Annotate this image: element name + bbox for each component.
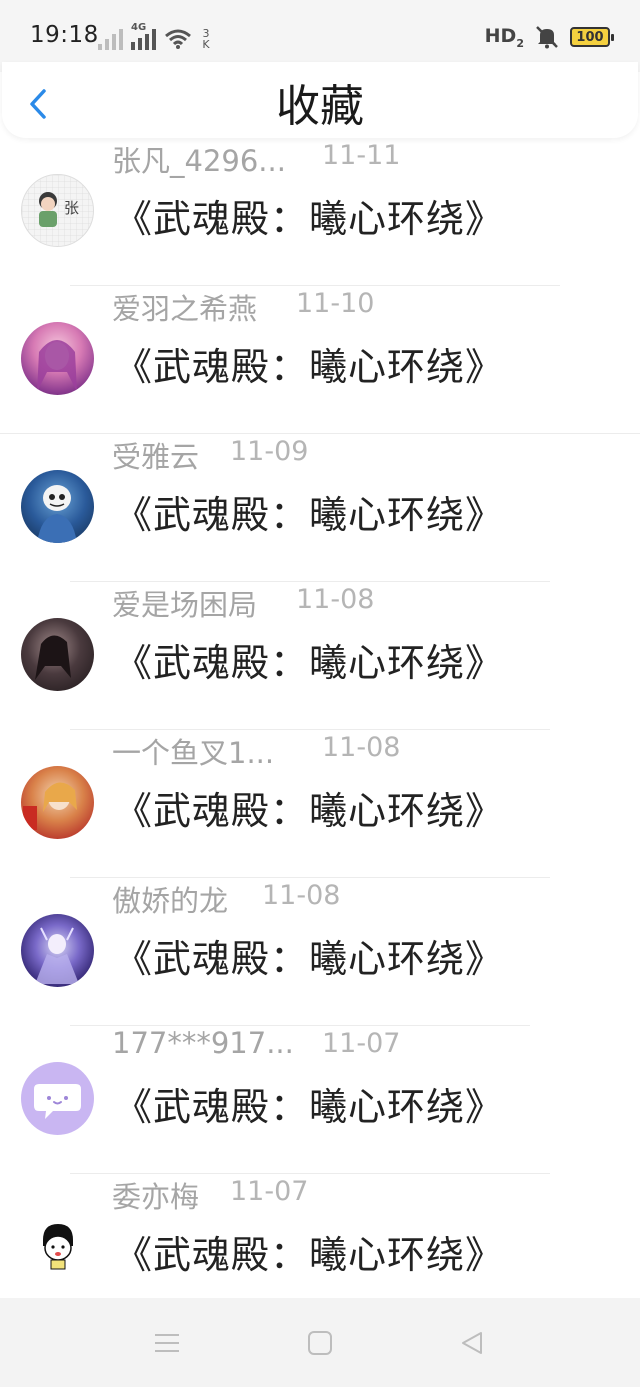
user-name: 张凡_4296... <box>112 144 286 178</box>
date: 11-10 <box>296 288 375 319</box>
date: 11-07 <box>322 1028 401 1059</box>
network-type-label: 4G <box>131 22 147 33</box>
story-title: 《武魂殿：曦心环绕》 <box>114 493 505 537</box>
status-time: 19:18 <box>30 22 99 48</box>
svg-text:张: 张 <box>64 199 79 217</box>
favorite-item[interactable]: 受雅云 11-09 《武魂殿：曦心环绕》 <box>0 434 640 582</box>
top-app-bar: 收藏 <box>2 62 638 138</box>
favorite-item[interactable]: 委亦梅 11-07 《武魂殿：曦心环绕》 <box>0 1174 640 1298</box>
mute-icon <box>536 26 558 49</box>
signal-1-icon <box>98 28 123 50</box>
home-button[interactable] <box>300 1328 340 1358</box>
date: 11-09 <box>230 436 309 467</box>
date: 11-08 <box>262 880 341 911</box>
favorites-list: 张 张凡_4296... 11-11 《武魂殿：曦心环绕》 爱羽之希燕 11-1… <box>0 138 640 1298</box>
user-name: 177***917... <box>112 1026 294 1060</box>
signal-2-icon: 4G <box>131 22 156 50</box>
back-nav-button[interactable] <box>452 1328 492 1358</box>
system-nav-bar <box>0 1298 640 1387</box>
story-title: 《武魂殿：曦心环绕》 <box>114 1085 505 1129</box>
status-icons-left: 4G 3 K <box>98 22 212 50</box>
story-title: 《武魂殿：曦心环绕》 <box>114 1233 505 1277</box>
favorite-item[interactable]: 177***917... 11-07 《武魂殿：曦心环绕》 <box>0 1026 640 1174</box>
date: 11-07 <box>230 1176 309 1207</box>
avatar[interactable]: 张 <box>21 174 94 247</box>
status-icons-right: HD2 100 <box>484 24 614 50</box>
hd-indicator: HD2 <box>484 24 524 50</box>
avatar[interactable] <box>21 322 94 395</box>
wifi-icon <box>165 29 191 49</box>
user-name: 爱羽之希燕 <box>112 292 258 326</box>
avatar[interactable] <box>21 618 94 691</box>
favorite-item[interactable]: 傲娇的龙 11-08 《武魂殿：曦心环绕》 <box>0 878 640 1026</box>
favorite-item[interactable]: 爱是场困局 11-08 《武魂殿：曦心环绕》 <box>0 582 640 730</box>
menu-icon <box>155 1334 179 1352</box>
menu-button[interactable] <box>147 1328 187 1358</box>
home-icon <box>308 1331 332 1355</box>
chat-bubble-icon <box>34 1084 81 1119</box>
user-name: 委亦梅 <box>112 1180 200 1214</box>
favorite-item[interactable]: 张 张凡_4296... 11-11 《武魂殿：曦心环绕》 <box>0 138 640 286</box>
avatar[interactable] <box>21 470 94 543</box>
page-title: 收藏 <box>276 81 364 132</box>
favorite-item[interactable]: 一个鱼叉1... 11-08 《武魂殿：曦心环绕》 <box>0 730 640 878</box>
user-name: 一个鱼叉1... <box>112 736 275 770</box>
user-name: 爱是场困局 <box>112 588 258 622</box>
date: 11-08 <box>322 732 401 763</box>
user-name: 受雅云 <box>112 440 200 474</box>
story-title: 《武魂殿：曦心环绕》 <box>114 197 505 241</box>
avatar[interactable] <box>21 914 94 987</box>
favorite-item[interactable]: 爱羽之希燕 11-10 《武魂殿：曦心环绕》 <box>0 286 640 434</box>
date: 11-08 <box>296 584 375 615</box>
story-title: 《武魂殿：曦心环绕》 <box>114 641 505 685</box>
net-speed: 3 K <box>202 27 210 51</box>
date: 11-11 <box>322 140 401 171</box>
battery-indicator: 100 <box>570 27 614 47</box>
story-title: 《武魂殿：曦心环绕》 <box>114 345 505 389</box>
triangle-back-icon <box>462 1332 482 1354</box>
avatar[interactable] <box>21 1210 94 1283</box>
avatar[interactable] <box>21 1062 94 1135</box>
story-title: 《武魂殿：曦心环绕》 <box>114 937 505 981</box>
avatar[interactable] <box>21 766 94 839</box>
story-title: 《武魂殿：曦心环绕》 <box>114 789 505 833</box>
user-name: 傲娇的龙 <box>112 884 229 918</box>
